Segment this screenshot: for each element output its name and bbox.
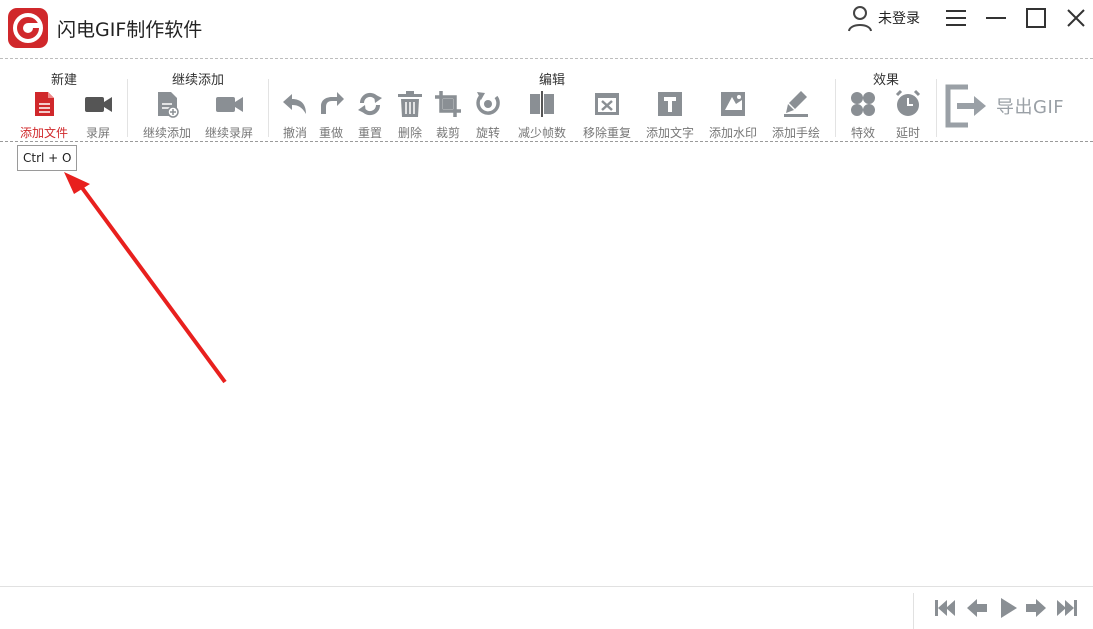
play-icon[interactable] [997,598,1019,618]
record-label: 录屏 [85,126,110,140]
toolbar: 新建 继续添加 编辑 效果 添加文件 录屏 继续添加 继续录屏 撤消 重做 重置… [0,59,1093,142]
first-frame-icon[interactable] [934,598,956,618]
brush-icon [784,91,808,117]
export-gif-label: 导出GIF [996,97,1065,118]
previous-frame-icon[interactable] [966,598,988,618]
app-logo [8,8,48,48]
reduce-frames-icon [530,91,554,117]
continue-add-label: 继续添加 [142,126,191,140]
continue-record-label: 继续录屏 [204,126,253,140]
continue-record-button[interactable]: 继续录屏 [197,89,261,141]
add-watermark-button[interactable]: 添加水印 [701,89,765,141]
app-title: 闪电GIF制作软件 [57,19,203,41]
group-label-effects: 效果 [872,73,900,88]
maximize-icon[interactable] [1024,6,1048,30]
next-frame-icon[interactable] [1025,598,1047,618]
shortcut-tooltip: Ctrl + O [17,145,78,171]
last-frame-icon[interactable] [1056,598,1078,618]
delay-button[interactable]: 延时 [876,89,940,141]
group-label-edit: 编辑 [538,73,566,88]
user-icon [848,6,872,32]
text-icon [658,92,682,116]
login-button[interactable]: 未登录 [846,4,920,32]
file-icon [35,92,54,116]
delay-label: 延时 [895,126,920,140]
remove-duplicates-label: 移除重复 [582,126,631,140]
close-icon[interactable] [1064,6,1088,30]
export-icon [945,84,986,128]
menu-icon[interactable] [944,6,968,30]
reduce-frames-label: 减少帧数 [517,126,566,140]
login-status-label: 未登录 [878,11,920,27]
minimize-icon[interactable] [984,6,1008,30]
playback-divider [913,593,914,629]
record-button[interactable]: 录屏 [66,89,130,141]
add-text-label: 添加文字 [645,126,694,140]
remove-frame-icon [595,93,619,115]
playback-bar [0,586,1093,629]
add-drawing-button[interactable]: 添加手绘 [764,89,828,141]
video-camera-icon [216,97,243,112]
reduce-frames-button[interactable]: 减少帧数 [510,89,574,141]
effects-icon [851,92,875,116]
video-camera-icon [85,97,112,112]
remove-duplicates-button[interactable]: 移除重复 [575,89,639,141]
rotate-icon [476,92,500,115]
continue-add-button[interactable]: 继续添加 [135,89,199,141]
watermark-icon [721,92,745,116]
file-add-icon [158,92,179,118]
add-watermark-label: 添加水印 [708,126,757,140]
title-bar: 闪电GIF制作软件 未登录 [0,0,1093,59]
export-gif-button[interactable]: 导出GIF [944,81,1064,131]
add-drawing-label: 添加手绘 [771,126,820,140]
group-label-continue: 继续添加 [171,73,225,88]
clock-icon [895,89,921,116]
group-label-new: 新建 [50,73,78,88]
add-text-button[interactable]: 添加文字 [638,89,702,141]
